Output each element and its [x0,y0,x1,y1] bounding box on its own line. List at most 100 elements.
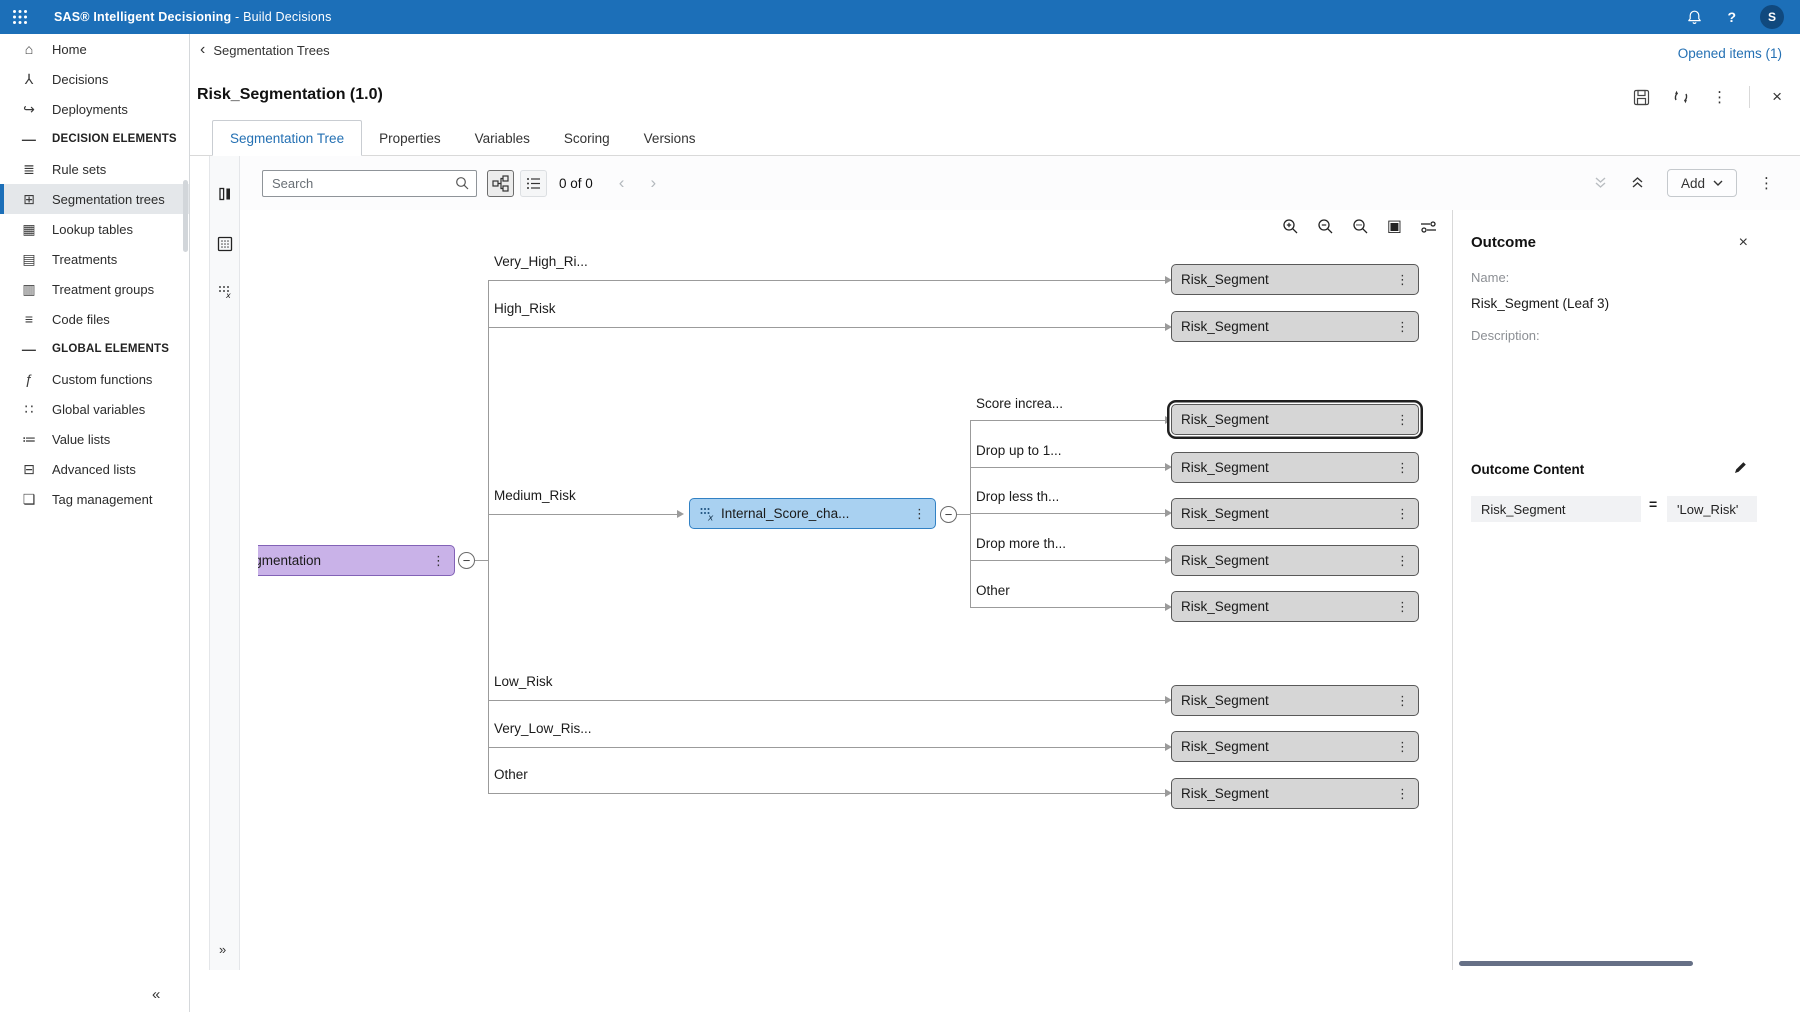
sidebar-item-lookup-tables[interactable]: ▦Lookup tables [0,214,189,244]
node-menu-icon[interactable]: ⋮ [1396,460,1409,476]
node-menu-icon[interactable]: ⋮ [1396,786,1409,802]
save-icon[interactable] [1633,89,1650,106]
search-input[interactable] [262,170,477,197]
sidebar-item-deployments[interactable]: ↪Deployments [0,94,189,124]
leaf-node[interactable]: Risk_Segment ⋮ [1171,545,1419,576]
internal-collapse-toggle[interactable]: − [940,506,957,523]
sidebar-collapse-icon[interactable]: « [152,986,160,1003]
leaf-node-selected[interactable]: Risk_Segment ⋮ [1171,404,1419,435]
node-menu-icon[interactable]: ⋮ [1396,506,1409,522]
sidebar-item-code-files[interactable]: ≡Code files [0,304,189,334]
breadcrumb[interactable]: ‹ Segmentation Trees [200,42,330,58]
previous-match-icon[interactable]: ‹ [619,173,625,193]
sidebar-scrollbar[interactable] [183,180,188,252]
outcome-content-title: Outcome Content [1471,462,1584,477]
name-label: Name: [1471,270,1509,285]
next-match-icon[interactable]: › [650,173,656,193]
branch-line [488,327,1165,328]
custom-functions-icon: ƒ [20,371,38,387]
leaf-node[interactable]: Risk_Segment ⋮ [1171,778,1419,809]
rail-expand-icon[interactable]: » [219,942,226,957]
zoom-out-icon[interactable] [1317,218,1335,236]
sidebar-item-treatment-groups[interactable]: ▥Treatment groups [0,274,189,304]
sidebar-section-global-elements: —GLOBAL ELEMENTS [0,334,189,364]
leaf-node[interactable]: Risk_Segment ⋮ [1171,731,1419,762]
variables-panel-icon[interactable]: x [217,284,233,300]
tab-segmentation-tree[interactable]: Segmentation Tree [212,120,362,156]
tree-view-toggle[interactable] [487,170,514,197]
panel-horizontal-scrollbar[interactable] [1459,961,1693,966]
internal-split-node[interactable]: x Internal_Score_cha... ⋮ [689,498,936,529]
svg-text:x: x [225,291,231,300]
node-menu-icon[interactable]: ⋮ [1396,319,1409,335]
outcome-content-variable[interactable]: Risk_Segment [1471,496,1641,522]
user-avatar[interactable]: S [1760,5,1784,29]
toolbar-more-icon[interactable]: ⋮ [1759,174,1774,192]
description-label: Description: [1471,328,1540,343]
tree-view-icon [492,175,509,192]
outcome-content-value[interactable]: 'Low_Risk' [1667,496,1757,522]
sidebar-item-rule-sets[interactable]: ≣Rule sets [0,154,189,184]
tab-variables[interactable]: Variables [458,120,547,156]
sidebar-item-value-lists[interactable]: ≔Value lists [0,424,189,454]
panel-close-icon[interactable]: × [1739,234,1748,252]
sidebar-item-decisions[interactable]: ⅄Decisions [0,64,189,94]
sidebar-item-custom-functions[interactable]: ƒCustom functions [0,364,189,394]
expand-all-icon[interactable] [1593,175,1608,191]
leaf-node[interactable]: Risk_Segment ⋮ [1171,591,1419,622]
application-bar: SAS® Intelligent Decisioning - Build Dec… [0,0,1800,34]
page-title: Risk_Segmentation (1.0) [197,86,383,104]
sidebar-item-treatments[interactable]: ▤Treatments [0,244,189,274]
leaf-node[interactable]: Risk_Segment ⋮ [1171,685,1419,716]
node-menu-icon[interactable]: ⋮ [1396,599,1409,615]
sidebar-item-home[interactable]: ⌂Home [0,34,189,64]
branch-label: Drop up to 1... [976,443,1062,458]
edit-pencil-icon[interactable] [1733,460,1748,475]
sidebar-item-global-variables[interactable]: ∷Global variables [0,394,189,424]
root-collapse-toggle[interactable]: − [458,552,475,569]
sidebar-item-advanced-lists[interactable]: ⊟Advanced lists [0,454,189,484]
root-node[interactable]: Risk_Segmentation ⋮ [258,545,455,576]
leaf-node[interactable]: Risk_Segment ⋮ [1171,452,1419,483]
collapse-all-icon[interactable] [1630,175,1645,191]
node-menu-icon[interactable]: ⋮ [1396,412,1409,428]
notifications-bell-icon[interactable] [1686,9,1703,26]
more-actions-icon[interactable]: ⋮ [1712,88,1727,106]
close-item-icon[interactable]: × [1772,87,1782,107]
outcome-panel: Outcome × Name: Risk_Segment (Leaf 3) De… [1452,210,1800,970]
help-icon[interactable]: ? [1727,9,1736,25]
sidebar-section-decision-elements: —DECISION ELEMENTS [0,124,189,154]
tab-scoring[interactable]: Scoring [547,120,627,156]
sidebar-item-segmentation-trees[interactable]: ⊞Segmentation trees [0,184,189,214]
sidebar-item-tag-management[interactable]: ❏Tag management [0,484,189,514]
branch-line [488,280,1165,281]
branch-line [970,607,1165,608]
node-menu-icon[interactable]: ⋮ [913,506,926,522]
layout-options-icon[interactable] [1419,218,1438,236]
panel-layout-icon[interactable] [217,186,233,202]
zoom-fit-icon[interactable] [1352,218,1370,236]
node-menu-icon[interactable]: ⋮ [1396,739,1409,755]
tree-toolbar: 0 of 0 ‹ › Add ⋮ [240,156,1800,210]
overview-map-icon[interactable] [217,236,233,252]
add-button[interactable]: Add [1667,169,1737,197]
tab-versions[interactable]: Versions [627,120,713,156]
outcome-content-operator: = [1649,496,1657,512]
opened-items-link[interactable]: Opened items (1) [1678,46,1782,61]
list-view-toggle[interactable] [520,170,547,197]
tab-properties[interactable]: Properties [362,120,458,156]
node-menu-icon[interactable]: ⋮ [432,553,445,569]
branch-label: Very_High_Ri... [494,254,588,269]
node-menu-icon[interactable]: ⋮ [1396,272,1409,288]
segmentation-tree-canvas[interactable]: ▣ Risk_Segmentation ⋮ − Very_High_Ri... … [240,210,1452,970]
overview-icon[interactable]: ▣ [1387,219,1402,235]
app-title: SAS® Intelligent Decisioning - Build Dec… [54,10,332,24]
refresh-icon[interactable] [1672,88,1690,106]
node-menu-icon[interactable]: ⋮ [1396,553,1409,569]
zoom-in-icon[interactable] [1282,218,1300,236]
leaf-node[interactable]: Risk_Segment ⋮ [1171,264,1419,295]
leaf-node[interactable]: Risk_Segment ⋮ [1171,498,1419,529]
node-menu-icon[interactable]: ⋮ [1396,693,1409,709]
apps-grid-icon[interactable] [12,9,28,25]
leaf-node[interactable]: Risk_Segment ⋮ [1171,311,1419,342]
